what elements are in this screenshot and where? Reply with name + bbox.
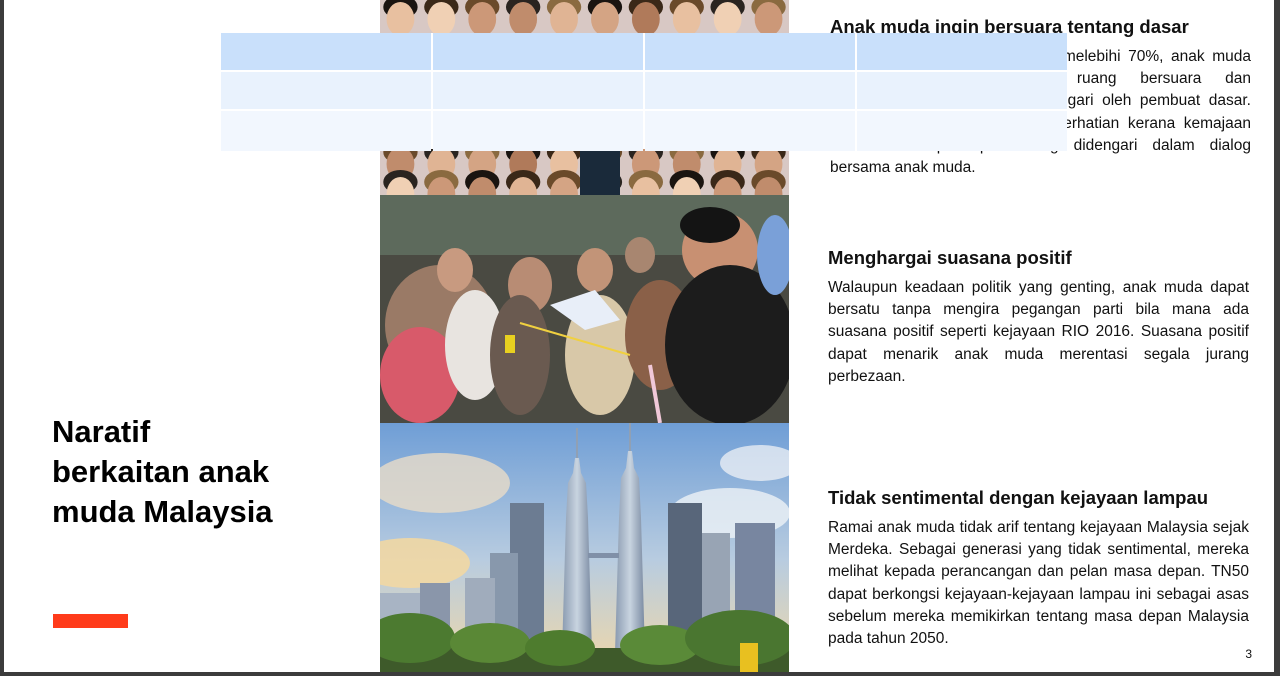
section-heading: Tidak sentimental dengan kejayaan lampau [828, 487, 1209, 508]
overlay-table-cell[interactable] [857, 111, 1067, 151]
overlay-table-cell[interactable] [645, 72, 855, 109]
overlay-table-cell[interactable] [433, 72, 643, 109]
section-body: Ramai anak muda tidak arif tentang kejay… [828, 519, 1249, 648]
overlay-table[interactable] [221, 33, 1067, 151]
overlay-table-cell[interactable] [221, 111, 431, 151]
overlay-table-cell[interactable] [221, 33, 431, 70]
section-body: Walaupun keadaan politik yang genting, a… [828, 279, 1249, 385]
overlay-table-cell[interactable] [857, 33, 1067, 70]
overlay-table-cell[interactable] [857, 72, 1067, 109]
section-positive-atmosphere: Menghargai suasana positif Walaupun kead… [828, 247, 1249, 388]
accent-bar [53, 614, 128, 628]
page-number: 3 [1245, 647, 1252, 661]
petronas-towers-image [380, 423, 789, 672]
overlay-table-cell[interactable] [645, 33, 855, 70]
crowd-image [380, 195, 789, 423]
section-heading: Menghargai suasana positif [828, 247, 1072, 268]
section-not-sentimental: Tidak sentimental dengan kejayaan lampau… [828, 487, 1249, 650]
slide-title: Naratif berkaitan anak muda Malaysia [52, 414, 273, 529]
overlay-table-cell[interactable] [433, 33, 643, 70]
slide: Naratif berkaitan anak muda Malaysia Ana… [4, 0, 1274, 672]
overlay-table-cell[interactable] [221, 72, 431, 109]
overlay-table-cell[interactable] [645, 111, 855, 151]
overlay-table-cell[interactable] [433, 111, 643, 151]
